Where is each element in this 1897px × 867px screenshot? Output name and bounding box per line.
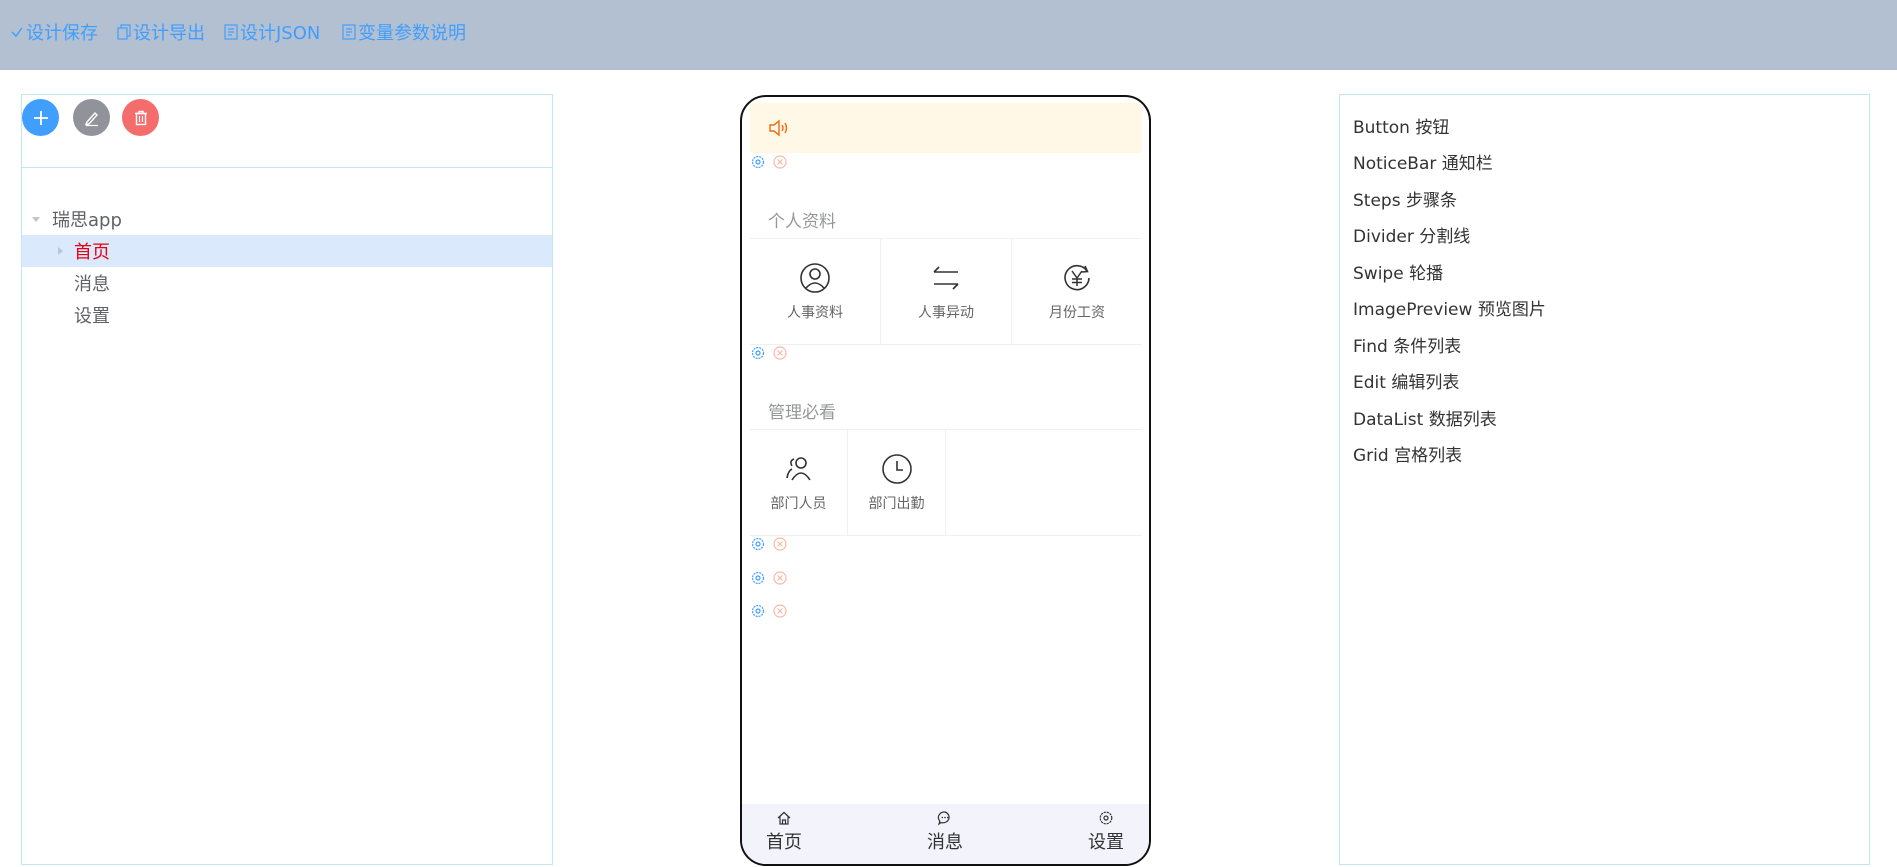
gear-icon: [1099, 811, 1113, 825]
plus-icon: [33, 110, 48, 125]
tab-home[interactable]: 首页: [766, 810, 802, 854]
remove-icon[interactable]: [771, 153, 789, 171]
component-item[interactable]: Button 按钮: [1353, 107, 1546, 144]
component-controls: [749, 569, 789, 587]
tab-settings[interactable]: 设置: [1088, 810, 1124, 854]
remove-icon[interactable]: [771, 344, 789, 362]
settings-icon[interactable]: [749, 535, 767, 553]
component-item[interactable]: NoticeBar 通知栏: [1353, 144, 1546, 181]
check-icon: [11, 27, 23, 38]
page-tree-panel: 瑞思app 首页 消息 设置: [21, 94, 553, 865]
volume-icon: [769, 119, 788, 137]
component-controls: [749, 153, 789, 171]
design-json-button[interactable]: 设计JSON: [224, 20, 320, 44]
design-save-label: 设计保存: [26, 23, 98, 44]
design-export-label: 设计导出: [133, 23, 205, 44]
grid-item-dept-staff[interactable]: 部门人员: [750, 430, 848, 535]
yen-icon: [1064, 264, 1090, 290]
component-item[interactable]: Grid 宫格列表: [1353, 436, 1546, 473]
grid-item-hr-change[interactable]: 人事异动: [881, 239, 1012, 344]
component-controls: [749, 344, 789, 362]
tree-node-home[interactable]: 首页: [22, 235, 552, 267]
grid-item-monthly-salary[interactable]: 月份工资: [1012, 239, 1142, 344]
section-title: 个人资料: [768, 212, 836, 232]
component-item[interactable]: Divider 分割线: [1353, 217, 1546, 254]
tree-node-messages[interactable]: 消息: [22, 267, 552, 299]
home-icon: [777, 811, 791, 825]
tab-messages[interactable]: 消息: [927, 810, 963, 854]
tree-node-settings[interactable]: 设置: [22, 299, 552, 331]
grid-item-label: 部门出勤: [868, 495, 925, 512]
settings-icon[interactable]: [749, 344, 767, 362]
grid-item-label: 人事异动: [918, 304, 974, 321]
tree-toolbar: [22, 95, 552, 168]
component-controls: [749, 602, 789, 620]
edit-button[interactable]: [73, 99, 110, 136]
component-item[interactable]: ImagePreview 预览图片: [1353, 290, 1546, 327]
component-item[interactable]: Steps 步骤条: [1353, 180, 1546, 217]
component-list-panel: Button 按钮 NoticeBar 通知栏 Steps 步骤条 Divide…: [1339, 94, 1870, 865]
notice-bar[interactable]: [750, 103, 1142, 153]
tree-node-label: 消息: [74, 274, 110, 295]
section-title: 管理必看: [768, 403, 836, 423]
document-icon: [224, 24, 238, 40]
component-list: Button 按钮 NoticeBar 通知栏 Steps 步骤条 Divide…: [1353, 107, 1546, 472]
tree-node-label: 设置: [74, 306, 110, 327]
settings-icon[interactable]: [749, 602, 767, 620]
grid-personal: 人事资料 人事异动 月份工资: [750, 238, 1142, 345]
grid-item-dept-attendance[interactable]: 部门出勤: [848, 430, 946, 535]
document-icon: [342, 24, 356, 40]
grid-item-label: 部门人员: [770, 495, 827, 512]
design-export-button[interactable]: 设计导出: [117, 20, 205, 44]
grid-management: 部门人员 部门出勤: [750, 429, 1142, 536]
tree-node-label: 瑞思app: [52, 210, 122, 231]
component-item[interactable]: Edit 编辑列表: [1353, 363, 1546, 400]
tab-bar: 首页 消息 设置: [742, 804, 1149, 864]
remove-icon[interactable]: [771, 602, 789, 620]
delete-button[interactable]: [122, 99, 159, 136]
remove-icon[interactable]: [771, 535, 789, 553]
caret-right-icon[interactable]: [54, 245, 66, 257]
component-item[interactable]: DataList 数据列表: [1353, 399, 1546, 436]
design-json-label: 设计JSON: [240, 23, 321, 44]
phone-preview: 个人资料 人事资料 人事异动 月份工资 管理必看 部门人员 部门出勤 首页 消息…: [740, 95, 1151, 866]
copy-icon: [117, 24, 131, 40]
grid-item-label: 人事资料: [787, 304, 843, 321]
grid-item-label: 月份工资: [1049, 304, 1105, 321]
component-controls: [749, 535, 789, 553]
component-item[interactable]: Find 条件列表: [1353, 326, 1546, 363]
exchange-icon: [933, 265, 959, 290]
remove-icon[interactable]: [771, 569, 789, 587]
tab-label: 首页: [766, 832, 802, 853]
chat-icon: [937, 811, 950, 826]
user-circle-icon: [800, 262, 830, 293]
tree-node-root[interactable]: 瑞思app: [22, 203, 552, 235]
top-toolbar: 设计保存 设计导出 设计JSON 变量参数说明: [0, 0, 1897, 70]
variables-help-button[interactable]: 变量参数说明: [342, 20, 466, 44]
trash-icon: [134, 110, 147, 125]
grid-item-hr-data[interactable]: 人事资料: [750, 239, 881, 344]
add-button[interactable]: [22, 99, 59, 136]
tab-label: 设置: [1088, 832, 1124, 853]
settings-icon[interactable]: [749, 569, 767, 587]
friends-icon: [785, 456, 811, 480]
settings-icon[interactable]: [749, 153, 767, 171]
page-tree: 瑞思app 首页 消息 设置: [22, 203, 552, 331]
caret-down-icon[interactable]: [30, 213, 42, 225]
clock-icon: [881, 453, 912, 484]
component-item[interactable]: Swipe 轮播: [1353, 253, 1546, 290]
edit-icon: [84, 111, 98, 126]
tree-node-label: 首页: [74, 242, 110, 263]
design-save-button[interactable]: 设计保存: [10, 20, 98, 44]
variables-help-label: 变量参数说明: [358, 23, 466, 44]
tab-label: 消息: [927, 832, 963, 853]
